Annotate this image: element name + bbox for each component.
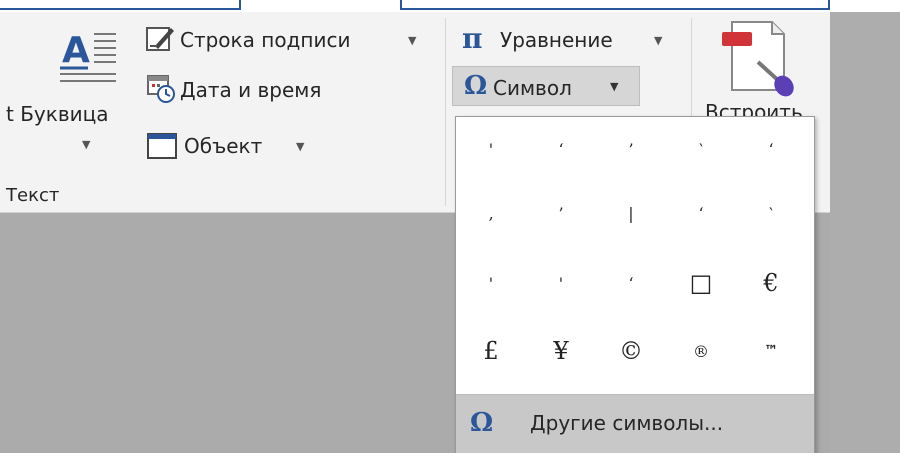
- symbol-cell[interactable]: ‵: [666, 117, 736, 181]
- chevron-down-icon: ▼: [654, 34, 663, 47]
- symbol-label: Символ: [493, 76, 572, 100]
- signature-pen-icon: [146, 27, 174, 51]
- calendar-clock-icon: [147, 75, 175, 103]
- more-symbols-label: Другие символы...: [530, 411, 724, 435]
- symbol-cell[interactable]: |: [596, 181, 666, 245]
- svg-text:A: A: [62, 30, 90, 71]
- group-separator: [445, 18, 446, 206]
- symbol-cell[interactable]: ': [456, 251, 526, 315]
- omega-icon: Ω: [464, 71, 488, 101]
- chevron-down-icon: ▼: [296, 140, 305, 153]
- symbol-cell[interactable]: ’: [526, 181, 596, 245]
- symbol-cell[interactable]: ®: [666, 319, 736, 383]
- pi-icon: π: [462, 22, 483, 55]
- omega-icon: Ω: [470, 408, 494, 438]
- chevron-down-icon: ▼: [82, 138, 91, 151]
- text-group-label: Текст: [6, 185, 60, 206]
- embed-document-icon: [722, 21, 794, 97]
- symbol-cell[interactable]: ‘: [666, 181, 736, 245]
- symbol-cell[interactable]: ©: [596, 319, 666, 383]
- chevron-down-icon: ▼: [610, 80, 619, 93]
- more-symbols-item[interactable]: Ω Другие символы...: [456, 394, 814, 453]
- symbol-grid: ' ‘’ ‵ ‘‚’ | ‘‵ ' ' ʻ □ € £ ¥ © ® ™: [456, 117, 814, 389]
- symbol-cell[interactable]: ™: [736, 319, 806, 383]
- symbol-cell[interactable]: ‚: [456, 181, 526, 245]
- symbol-dropdown-menu: ' ‘’ ‵ ‘‚’ | ‘‵ ' ' ʻ □ € £ ¥ © ® ™ Ω Другие символы...: [455, 116, 815, 453]
- symbol-cell[interactable]: £: [456, 319, 526, 383]
- symbol-cell[interactable]: ‘: [526, 117, 596, 181]
- symbol-cell[interactable]: ': [526, 251, 596, 315]
- symbol-cell[interactable]: ': [456, 117, 526, 181]
- date-time-label: Дата и время: [180, 78, 322, 102]
- symbol-cell[interactable]: ¥: [526, 319, 596, 383]
- symbol-cell[interactable]: □: [666, 251, 736, 315]
- signature-line-label: Строка подписи: [180, 28, 351, 52]
- symbol-cell[interactable]: ’: [596, 117, 666, 181]
- chevron-down-icon: ▼: [408, 34, 417, 47]
- symbol-cell[interactable]: ʻ: [596, 251, 666, 315]
- ribbon-overflow-area: [830, 12, 900, 453]
- symbol-cell[interactable]: ‘: [736, 117, 806, 181]
- dropcap-label: t Буквица: [6, 102, 109, 126]
- symbol-cell[interactable]: ‵: [736, 181, 806, 245]
- dropcap-icon: A: [60, 30, 116, 82]
- top-field-left: [0, 0, 241, 10]
- equation-label: Уравнение: [500, 28, 613, 52]
- symbol-cell[interactable]: €: [736, 251, 806, 315]
- top-field-right: [400, 0, 830, 10]
- object-window-icon: [147, 133, 177, 159]
- object-label: Объект: [184, 134, 263, 158]
